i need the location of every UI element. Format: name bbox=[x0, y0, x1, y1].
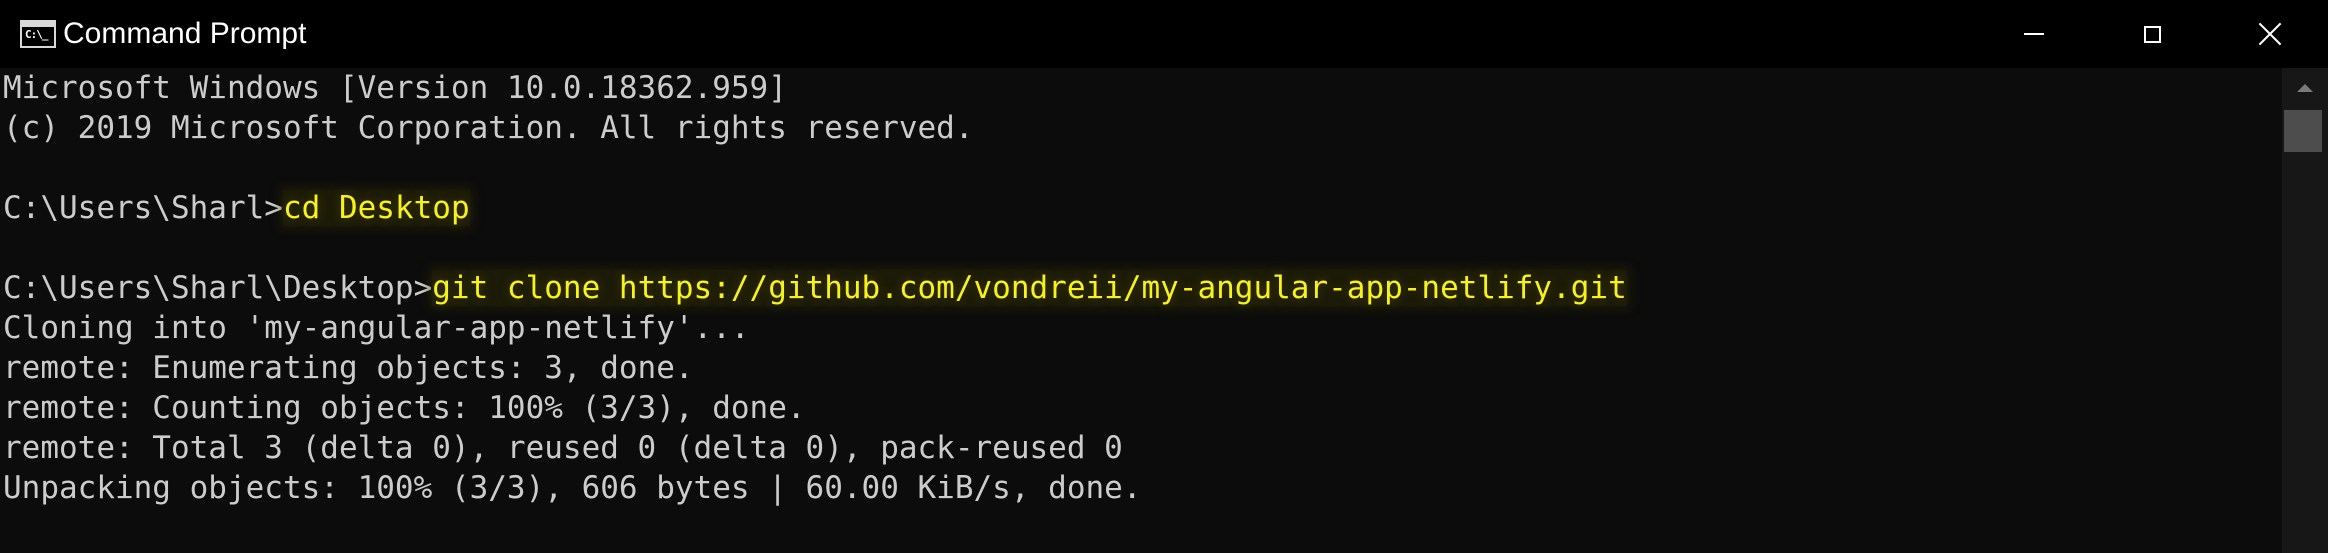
console-line: remote: Enumerating objects: 3, done. bbox=[3, 348, 694, 388]
maximize-icon bbox=[2143, 25, 2161, 43]
minimize-icon bbox=[2024, 33, 2044, 35]
cmd-icon-bar bbox=[22, 22, 54, 27]
console-line: remote: Total 3 (delta 0), reused 0 (del… bbox=[3, 428, 1123, 468]
console-output[interactable]: Microsoft Windows [Version 10.0.18362.95… bbox=[0, 68, 2282, 553]
command-prompt-window: C:\_ Command Prompt Microsoft Windows [V… bbox=[0, 0, 2328, 553]
window-title: Command Prompt bbox=[63, 17, 307, 50]
console-text: remote: Counting objects: 100% (3/3), do… bbox=[3, 390, 806, 426]
console-text: (c) 2019 Microsoft Corporation. All righ… bbox=[3, 110, 974, 146]
console-text: Microsoft Windows [Version 10.0.18362.95… bbox=[3, 70, 787, 106]
console-line: C:\Users\Sharl>cd Desktop bbox=[3, 188, 470, 228]
console-text: remote: Total 3 (delta 0), reused 0 (del… bbox=[3, 430, 1123, 466]
console-line: remote: Counting objects: 100% (3/3), do… bbox=[3, 388, 806, 428]
highlighted-command: git clone https://github.com/vondreii/my… bbox=[432, 270, 1627, 306]
close-icon bbox=[2259, 23, 2281, 45]
scroll-thumb[interactable] bbox=[2284, 110, 2322, 152]
title-bar[interactable]: C:\_ Command Prompt bbox=[0, 0, 2328, 68]
scroll-up-icon bbox=[2297, 84, 2313, 92]
prompt-path: C:\Users\Sharl> bbox=[3, 190, 283, 226]
console-text: remote: Enumerating objects: 3, done. bbox=[3, 350, 694, 386]
console-text: Cloning into 'my-angular-app-netlify'... bbox=[3, 310, 750, 346]
cmd-icon-glyph: C:\_ bbox=[25, 28, 48, 41]
console-line: Cloning into 'my-angular-app-netlify'... bbox=[3, 308, 750, 348]
cmd-icon[interactable]: C:\_ bbox=[20, 20, 56, 48]
console-line: Unpacking objects: 100% (3/3), 606 bytes… bbox=[3, 468, 1141, 508]
console-line: Microsoft Windows [Version 10.0.18362.95… bbox=[3, 68, 787, 108]
highlighted-command: cd Desktop bbox=[282, 190, 470, 226]
close-button[interactable] bbox=[2211, 0, 2328, 68]
minimize-button[interactable] bbox=[1975, 0, 2093, 68]
console-line: (c) 2019 Microsoft Corporation. All righ… bbox=[3, 108, 974, 148]
maximize-button[interactable] bbox=[2093, 0, 2211, 68]
console-line: C:\Users\Sharl\Desktop>git clone https:/… bbox=[3, 268, 1627, 308]
vertical-scrollbar[interactable] bbox=[2282, 68, 2328, 553]
console-text: Unpacking objects: 100% (3/3), 606 bytes… bbox=[3, 470, 1142, 506]
scroll-up-button[interactable] bbox=[2282, 68, 2328, 108]
prompt-path: C:\Users\Sharl\Desktop> bbox=[3, 270, 433, 306]
